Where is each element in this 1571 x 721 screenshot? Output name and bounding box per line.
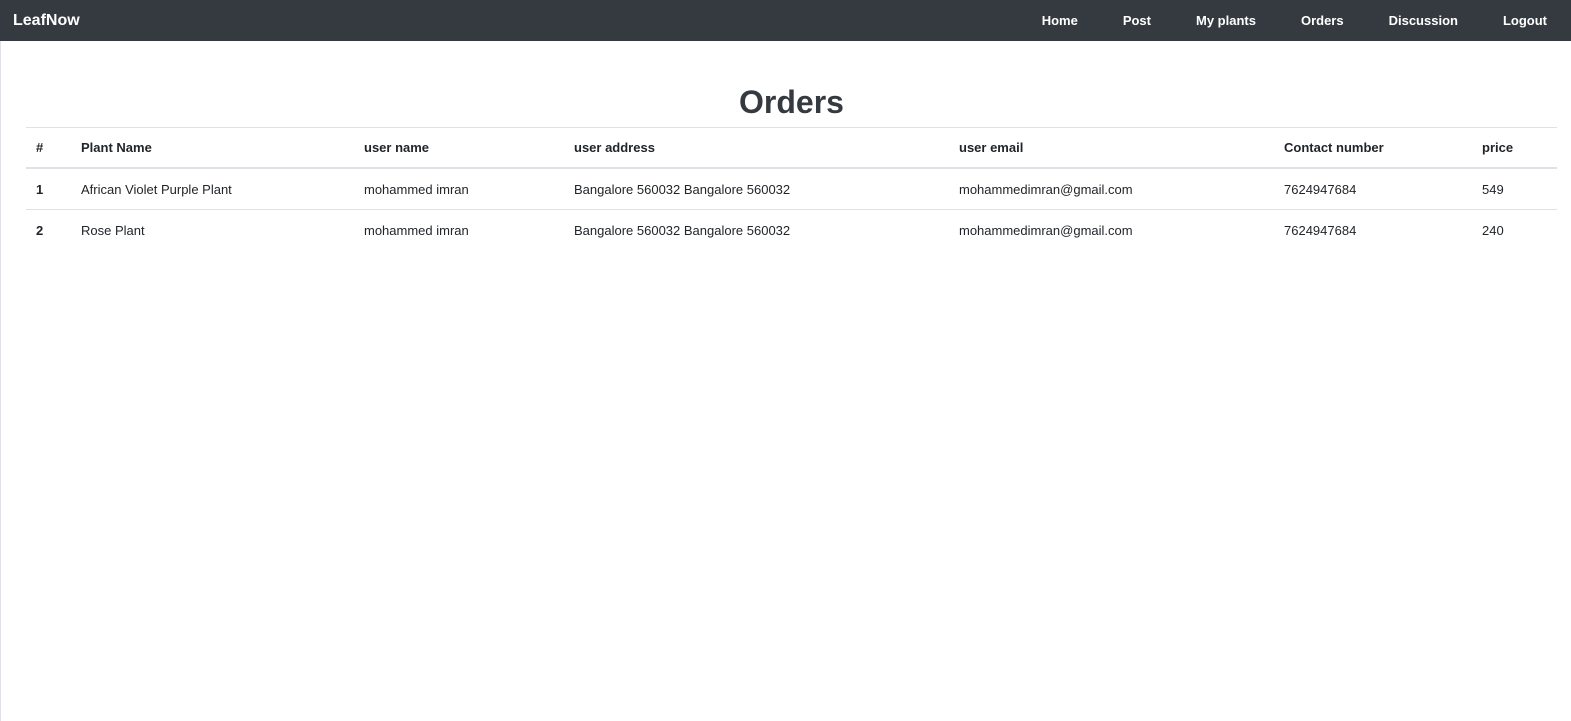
column-header-user-address: user address <box>574 140 655 155</box>
cell-user-address: Bangalore 560032 Bangalore 560032 <box>574 222 791 238</box>
orders-table: # Plant Name user name user address user… <box>26 127 1557 250</box>
nav-link-orders[interactable]: Orders <box>1301 13 1344 28</box>
cell-user-email: mohammedimran@gmail.com <box>949 168 1274 210</box>
top-navbar: LeafNow Home Post My plants Orders Discu… <box>0 0 1571 41</box>
nav-link-logout[interactable]: Logout <box>1503 13 1547 28</box>
table-row: 1 African Violet Purple Plant mohammed i… <box>26 168 1557 210</box>
nav-link-post[interactable]: Post <box>1123 13 1151 28</box>
cell-plant-name: Rose Plant <box>81 222 145 238</box>
cell-contact-number: 7624947684 <box>1284 222 1357 238</box>
column-header-index: # <box>36 140 44 155</box>
nav-links: Home Post My plants Orders Discussion Lo… <box>997 0 1571 41</box>
cell-plant-name: African Violet Purple Plant <box>71 168 354 210</box>
table-header: # Plant Name user name user address user… <box>26 127 1557 168</box>
nav-link-my-plants[interactable]: My plants <box>1196 13 1256 28</box>
cell-price: 549 <box>1472 168 1557 210</box>
table-body: 1 African Violet Purple Plant mohammed i… <box>26 168 1557 250</box>
cell-index: 2 <box>36 222 44 238</box>
column-header-user-email: user email <box>959 140 1024 155</box>
cell-index: 1 <box>26 168 71 210</box>
nav-link-home[interactable]: Home <box>1042 13 1078 28</box>
column-header-contact-number: Contact number <box>1284 140 1384 155</box>
table-header-row: # Plant Name user name user address user… <box>26 127 1557 168</box>
table-row: 2 Rose Plant mohammed imran Bangalore 56… <box>26 210 1557 251</box>
main-content: Orders # Plant Name user name user addre… <box>0 41 1571 721</box>
nav-link-discussion[interactable]: Discussion <box>1389 13 1458 28</box>
column-header-price: price <box>1482 140 1514 155</box>
cell-user-email: mohammedimran@gmail.com <box>959 222 1133 238</box>
cell-contact-number: 7624947684 <box>1274 168 1472 210</box>
cell-price: 240 <box>1482 222 1504 238</box>
cell-user-address: Bangalore 560032 Bangalore 560032 <box>564 168 949 210</box>
page-title: Orders <box>739 84 844 120</box>
column-header-user-name: user name <box>364 140 430 155</box>
cell-user-name: mohammed imran <box>364 222 469 238</box>
cell-user-name: mohammed imran <box>354 168 564 210</box>
brand-logo-link[interactable]: LeafNow <box>13 12 80 30</box>
column-header-plant-name: Plant Name <box>81 140 152 155</box>
